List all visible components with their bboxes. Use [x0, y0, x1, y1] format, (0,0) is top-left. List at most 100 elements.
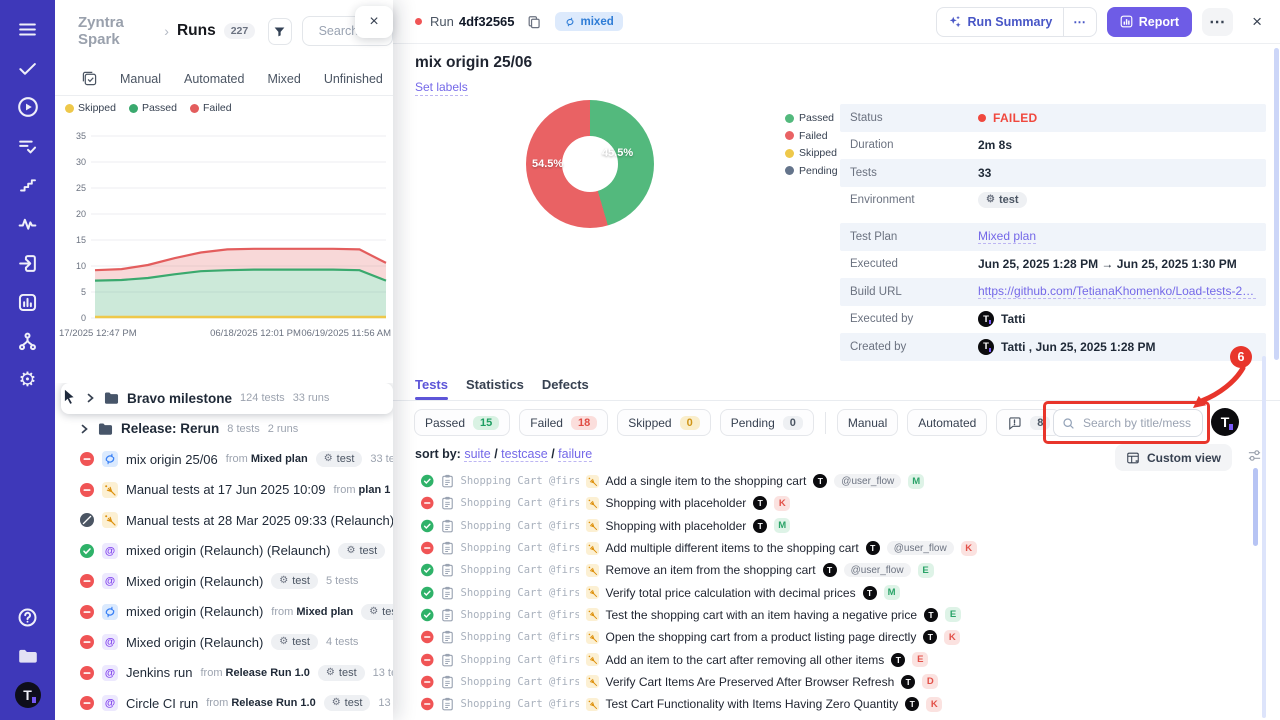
test-row[interactable]: Shopping Cart @first…Open the shopping c…	[413, 626, 1254, 648]
report-button[interactable]: Report	[1107, 7, 1192, 37]
section-scrollbar-track[interactable]	[1262, 356, 1266, 718]
run-row-plan[interactable]: Release Run 1.0	[226, 667, 310, 679]
test-row[interactable]: Shopping Cart @first…Verify total price …	[413, 581, 1254, 603]
runs-tab-unfinished[interactable]: Unfinished	[324, 72, 383, 86]
tab-statistics[interactable]: Statistics	[466, 377, 524, 400]
run-summary-more-button[interactable]: ⋯	[1063, 8, 1096, 36]
donut-legend-passed[interactable]: Passed	[785, 112, 838, 124]
sidebar-item-menu[interactable]	[15, 16, 41, 42]
donut-legend-pending[interactable]: Pending	[785, 165, 838, 177]
donut-legend-skipped[interactable]: Skipped	[785, 147, 838, 159]
sort-option-testcase[interactable]: testcase	[501, 447, 548, 462]
page-scrollbar[interactable]	[1274, 48, 1279, 360]
tests-scrollbar-thumb[interactable]	[1253, 468, 1258, 546]
run-list-item[interactable]: @Circle CI runfrom Release Run 1.0⚙test1…	[55, 688, 393, 719]
run-list-item[interactable]: @Mixed origin (Relaunch)⚙test5 tests	[55, 566, 393, 597]
detail-row-created-by: Created byTTatti , Jun 25, 2025 1:28 PM	[840, 333, 1266, 361]
filter-chip-automated[interactable]: Automated	[907, 409, 987, 436]
more-actions-button[interactable]: ⋯	[1202, 8, 1233, 36]
run-row-plan[interactable]: Release Run 1.0	[231, 697, 315, 709]
run-list-item[interactable]: Release: Rerun8 tests2 runs	[55, 414, 393, 445]
expand-chevron[interactable]	[86, 393, 96, 403]
test-row[interactable]: Shopping Cart @first…Add an item to the …	[413, 648, 1254, 670]
legend-item-passed[interactable]: Passed	[129, 102, 177, 114]
filter-chip-comment-exclamation[interactable]: 8	[996, 409, 1061, 436]
test-title[interactable]: Test Cart Functionality with Items Havin…	[606, 697, 899, 711]
close-run-button[interactable]: ×	[1248, 12, 1266, 32]
tests-search-input[interactable]	[1081, 415, 1193, 431]
legend-item-skipped[interactable]: Skipped	[65, 102, 116, 114]
sidebar-item-monitoring[interactable]	[15, 211, 41, 237]
sort-option-failure[interactable]: failure	[558, 447, 592, 462]
select-all-icon[interactable]	[82, 71, 97, 86]
test-row[interactable]: Shopping Cart @first…Test Cart Functiona…	[413, 693, 1254, 715]
sidebar-user-avatar[interactable]: T	[15, 682, 41, 708]
sidebar-item-settings[interactable]: ⚙	[15, 367, 41, 393]
legend-item-failed[interactable]: Failed	[190, 102, 232, 114]
run-list-item[interactable]: @Jenkins runfrom Release Run 1.0⚙test13 …	[55, 658, 393, 689]
sidebar-item-help[interactable]	[15, 604, 41, 630]
runs-tab-manual[interactable]: Manual	[120, 72, 161, 86]
filter-button[interactable]	[268, 18, 291, 45]
sidebar-item-reports[interactable]	[15, 289, 41, 315]
sidebar-item-sessions[interactable]	[15, 250, 41, 276]
expand-chevron[interactable]	[80, 424, 90, 434]
sidebar-item-integrations[interactable]	[15, 328, 41, 354]
run-list-item[interactable]: @mixed origin (Relaunch) (Relaunch)⚙test	[55, 536, 393, 567]
detail-link[interactable]: Mixed plan	[978, 229, 1036, 244]
test-row[interactable]: Shopping Cart @first…Shopping with place…	[413, 515, 1254, 537]
test-title[interactable]: Verify Cart Items Are Preserved After Br…	[606, 675, 895, 689]
run-row-plan[interactable]: Mixed plan	[251, 453, 308, 465]
tests-search[interactable]	[1053, 409, 1203, 437]
run-list-item[interactable]: mixed origin (Relaunch)from Mixed plan⚙t…	[55, 597, 393, 628]
run-list-item[interactable]: Bravo milestone124 tests33 runs	[61, 383, 393, 414]
runs-tab-mixed[interactable]: Mixed	[267, 72, 300, 86]
run-list-item[interactable]: Manual tests at 28 Mar 2025 09:33 (Relau…	[55, 505, 393, 536]
test-title[interactable]: Add multiple different items to the shop…	[606, 541, 859, 555]
run-list-item[interactable]: @Mixed origin (Relaunch)⚙test4 tests	[55, 627, 393, 658]
sidebar-item-test-activities[interactable]	[15, 55, 41, 81]
test-row[interactable]: Shopping Cart @first…Remove an item from…	[413, 559, 1254, 581]
run-row-plan[interactable]: Mixed plan	[296, 606, 353, 618]
view-settings-button[interactable]	[1247, 448, 1262, 468]
run-row-plan[interactable]: plan 1	[359, 484, 391, 496]
tab-tests[interactable]: Tests	[415, 377, 448, 400]
sidebar-item-projects[interactable]	[15, 643, 41, 669]
tab-defects[interactable]: Defects	[542, 377, 589, 400]
test-row[interactable]: Shopping Cart @first…Verify Cart Items A…	[413, 671, 1254, 693]
assignee-avatar[interactable]: T	[1211, 408, 1239, 436]
test-row[interactable]: Shopping Cart @first…Add a single item t…	[413, 470, 1254, 492]
test-status-icon	[421, 586, 434, 599]
filter-chip-failed[interactable]: Failed18	[519, 409, 608, 436]
filter-chip-pending[interactable]: Pending0	[720, 409, 814, 436]
sidebar-item-test-suites[interactable]	[15, 133, 41, 159]
run-list-item[interactable]: mix origin 25/06from Mixed plan⚙test33 t…	[55, 444, 393, 475]
filter-chip-manual[interactable]: Manual	[837, 409, 898, 436]
test-row[interactable]: Shopping Cart @first…Test the shopping c…	[413, 604, 1254, 626]
test-title[interactable]: Shopping with placeholder	[606, 519, 747, 533]
test-row[interactable]: Shopping Cart @first…Add multiple differ…	[413, 537, 1254, 559]
test-row[interactable]: Shopping Cart @first…Shopping with place…	[413, 492, 1254, 514]
donut-legend-failed[interactable]: Failed	[785, 130, 838, 142]
run-summary-button[interactable]: Run Summary ⋯	[936, 7, 1097, 37]
runs-tab-automated[interactable]: Automated	[184, 72, 244, 86]
custom-view-button[interactable]: Custom view	[1115, 444, 1232, 471]
sidebar-item-milestones[interactable]	[15, 172, 41, 198]
test-title[interactable]: Add a single item to the shopping cart	[606, 474, 807, 488]
run-list-item[interactable]: Manual tests at 17 Jun 2025 10:09from pl…	[55, 475, 393, 506]
test-title[interactable]: Test the shopping cart with an item havi…	[606, 608, 918, 622]
set-labels-link[interactable]: Set labels	[415, 80, 468, 96]
close-panel-button[interactable]: ×	[355, 6, 393, 38]
test-title[interactable]: Remove an item from the shopping cart	[606, 563, 816, 577]
sidebar-item-runs[interactable]	[15, 94, 41, 120]
filter-chip-skipped[interactable]: Skipped0	[617, 409, 711, 436]
test-title[interactable]: Verify total price calculation with deci…	[606, 586, 856, 600]
stacked-area-chart: 0510152025303517/2025 12:47 PM06/18/2025…	[55, 116, 393, 344]
test-title[interactable]: Open the shopping cart from a product li…	[606, 630, 917, 644]
test-title[interactable]: Shopping with placeholder	[606, 496, 747, 510]
sort-option-suite[interactable]: suite	[464, 447, 490, 462]
detail-link[interactable]: https://github.com/TetianaKhomenko/Load-…	[978, 284, 1256, 299]
copy-run-id-button[interactable]	[527, 15, 541, 29]
filter-chip-passed[interactable]: Passed15	[414, 409, 510, 436]
test-title[interactable]: Add an item to the cart after removing a…	[606, 653, 885, 667]
